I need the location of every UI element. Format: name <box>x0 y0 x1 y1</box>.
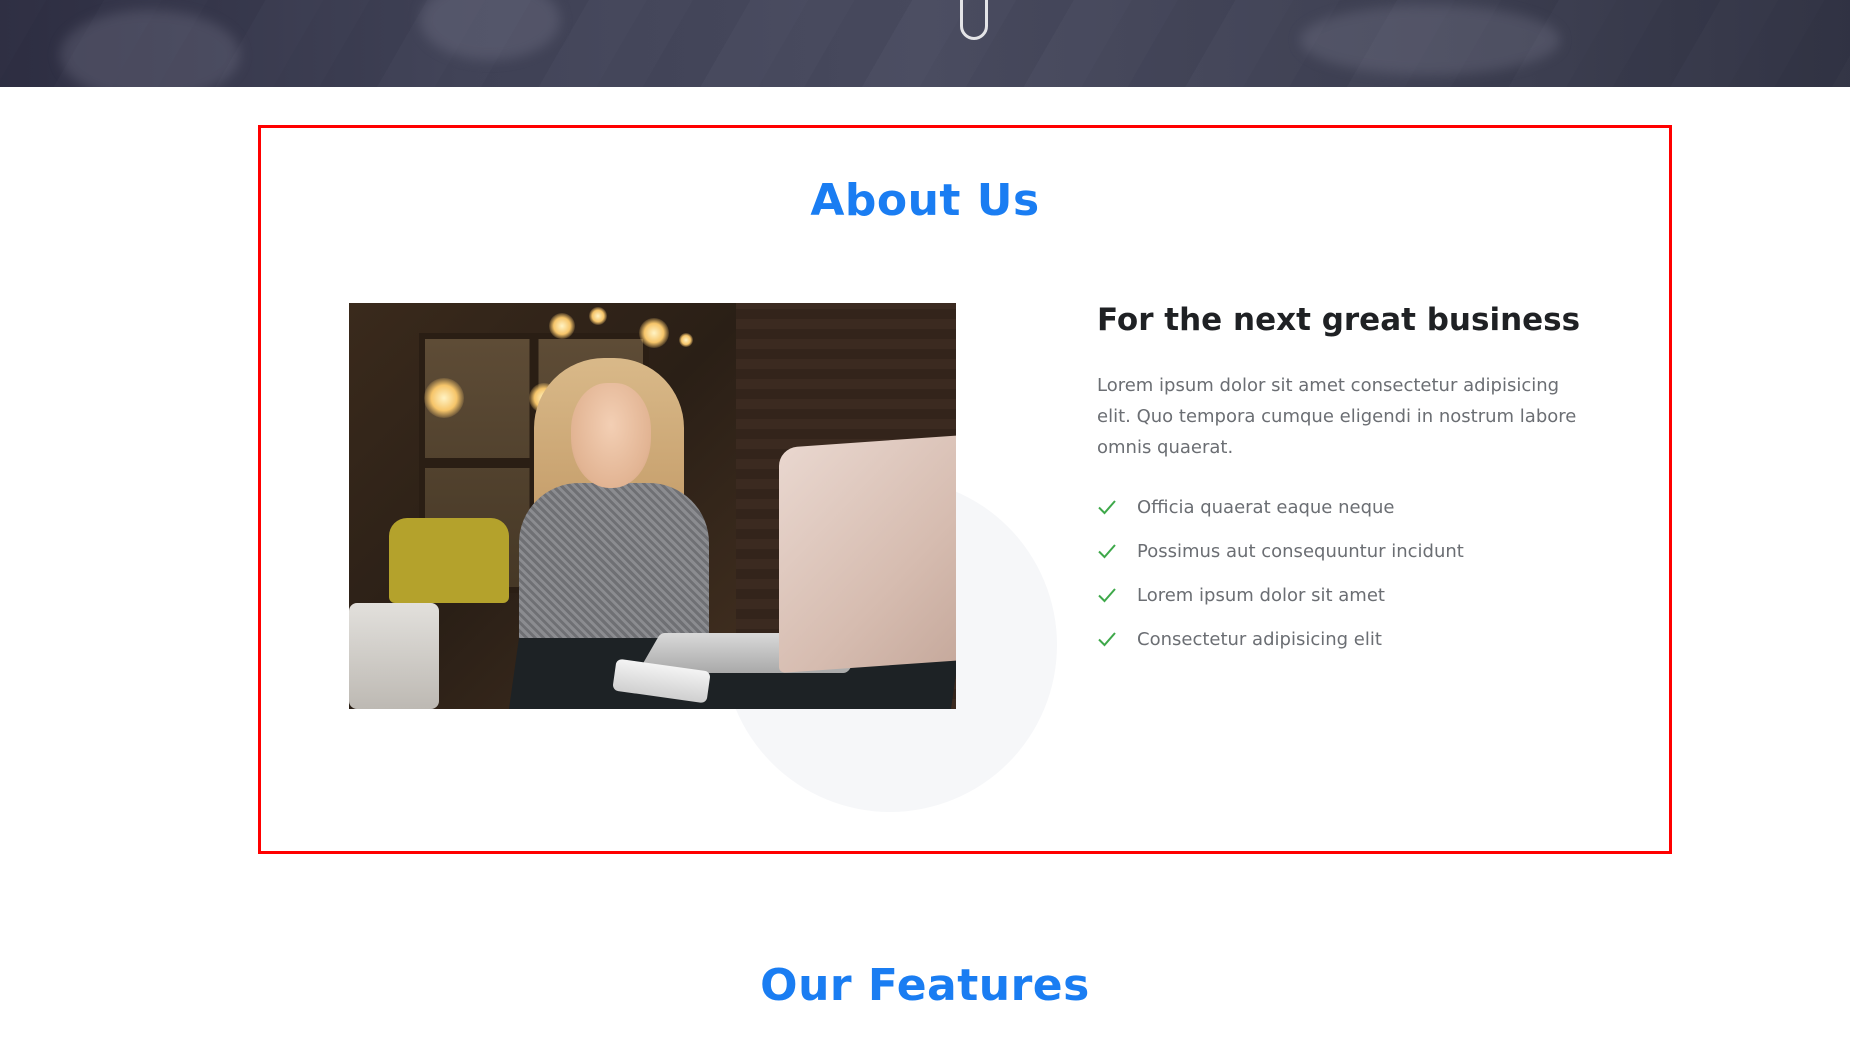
features-title: Our Features <box>760 960 1090 1011</box>
mouse-scroll-icon[interactable] <box>960 0 988 40</box>
hero-background-shape <box>420 0 560 60</box>
hero-background-shape <box>1300 5 1560 75</box>
hero-background-shape <box>60 10 240 87</box>
highlight-frame <box>258 125 1672 854</box>
hero-section <box>0 0 1850 87</box>
